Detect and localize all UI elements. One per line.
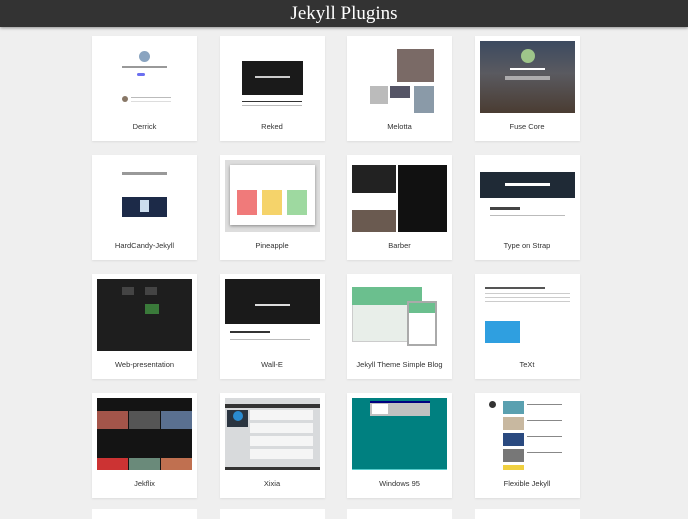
theme-card-fuse-core[interactable]: Fuse Core — [474, 36, 580, 141]
theme-thumbnail — [479, 41, 575, 113]
theme-thumbnail — [352, 398, 447, 470]
theme-card-pineapple[interactable]: Pineapple — [219, 155, 325, 260]
theme-card-web-presentation[interactable]: Web-presentation — [92, 274, 197, 379]
theme-name: Fuse Core — [509, 122, 545, 131]
theme-card-flexible-jekyll[interactable]: Flexible Jekyll — [474, 393, 580, 498]
theme-name: Windows 95 — [379, 479, 420, 488]
theme-thumbnail — [352, 279, 447, 351]
theme-thumbnail — [224, 41, 320, 113]
theme-name: TeXt — [519, 360, 535, 369]
theme-thumbnail — [224, 279, 320, 351]
theme-card-partial[interactable] — [347, 509, 452, 519]
theme-thumbnail — [224, 160, 320, 232]
theme-name: Barber — [388, 241, 411, 250]
theme-card-wall-e[interactable]: Wall-E — [219, 274, 325, 379]
theme-name: Type on Strap — [503, 241, 551, 250]
theme-thumbnail — [97, 398, 192, 470]
theme-card-melotta[interactable]: Melotta — [347, 36, 452, 141]
theme-name: Melotta — [387, 122, 412, 131]
theme-name: Reked — [261, 122, 283, 131]
page-title: Jekyll Plugins — [0, 0, 688, 27]
theme-card-jekflix[interactable]: Jekflix — [92, 393, 197, 498]
theme-name: Derrick — [132, 122, 157, 131]
theme-name: Jekyll Theme Simple Blog — [356, 360, 443, 369]
theme-name: Xixia — [263, 479, 281, 488]
theme-card-partial[interactable] — [219, 509, 325, 519]
theme-card-partial[interactable] — [92, 509, 197, 519]
theme-card-partial[interactable] — [474, 509, 580, 519]
theme-card-hardcandy-jekyll[interactable]: HardCandy-Jekyll — [92, 155, 197, 260]
theme-name: Flexible Jekyll — [503, 479, 551, 488]
theme-card-xixia[interactable]: Xixia — [219, 393, 325, 498]
theme-grid: Derrick Reked Melotta Fuse Core HardCand… — [92, 36, 580, 498]
theme-card-barber[interactable]: Barber — [347, 155, 452, 260]
theme-thumbnail — [479, 160, 575, 232]
theme-card-derrick[interactable]: Derrick — [92, 36, 197, 141]
theme-name: Pineapple — [255, 241, 289, 250]
theme-card-windows-95[interactable]: Windows 95 — [347, 393, 452, 498]
theme-card-text[interactable]: TeXt — [474, 274, 580, 379]
theme-name: Web-presentation — [114, 360, 175, 369]
theme-name: Wall-E — [261, 360, 283, 369]
theme-thumbnail — [352, 41, 447, 113]
theme-card-jekyll-theme-simple-blog[interactable]: Jekyll Theme Simple Blog — [347, 274, 452, 379]
theme-thumbnail — [479, 398, 575, 470]
theme-thumbnail — [352, 160, 447, 232]
theme-thumbnail — [224, 398, 320, 470]
theme-name: HardCandy-Jekyll — [114, 241, 175, 250]
theme-thumbnail — [97, 160, 192, 232]
theme-card-reked[interactable]: Reked — [219, 36, 325, 141]
theme-name: Jekflix — [134, 479, 155, 488]
theme-thumbnail — [97, 279, 192, 351]
theme-thumbnail — [479, 279, 575, 351]
theme-thumbnail — [97, 41, 192, 113]
theme-card-type-on-strap[interactable]: Type on Strap — [474, 155, 580, 260]
